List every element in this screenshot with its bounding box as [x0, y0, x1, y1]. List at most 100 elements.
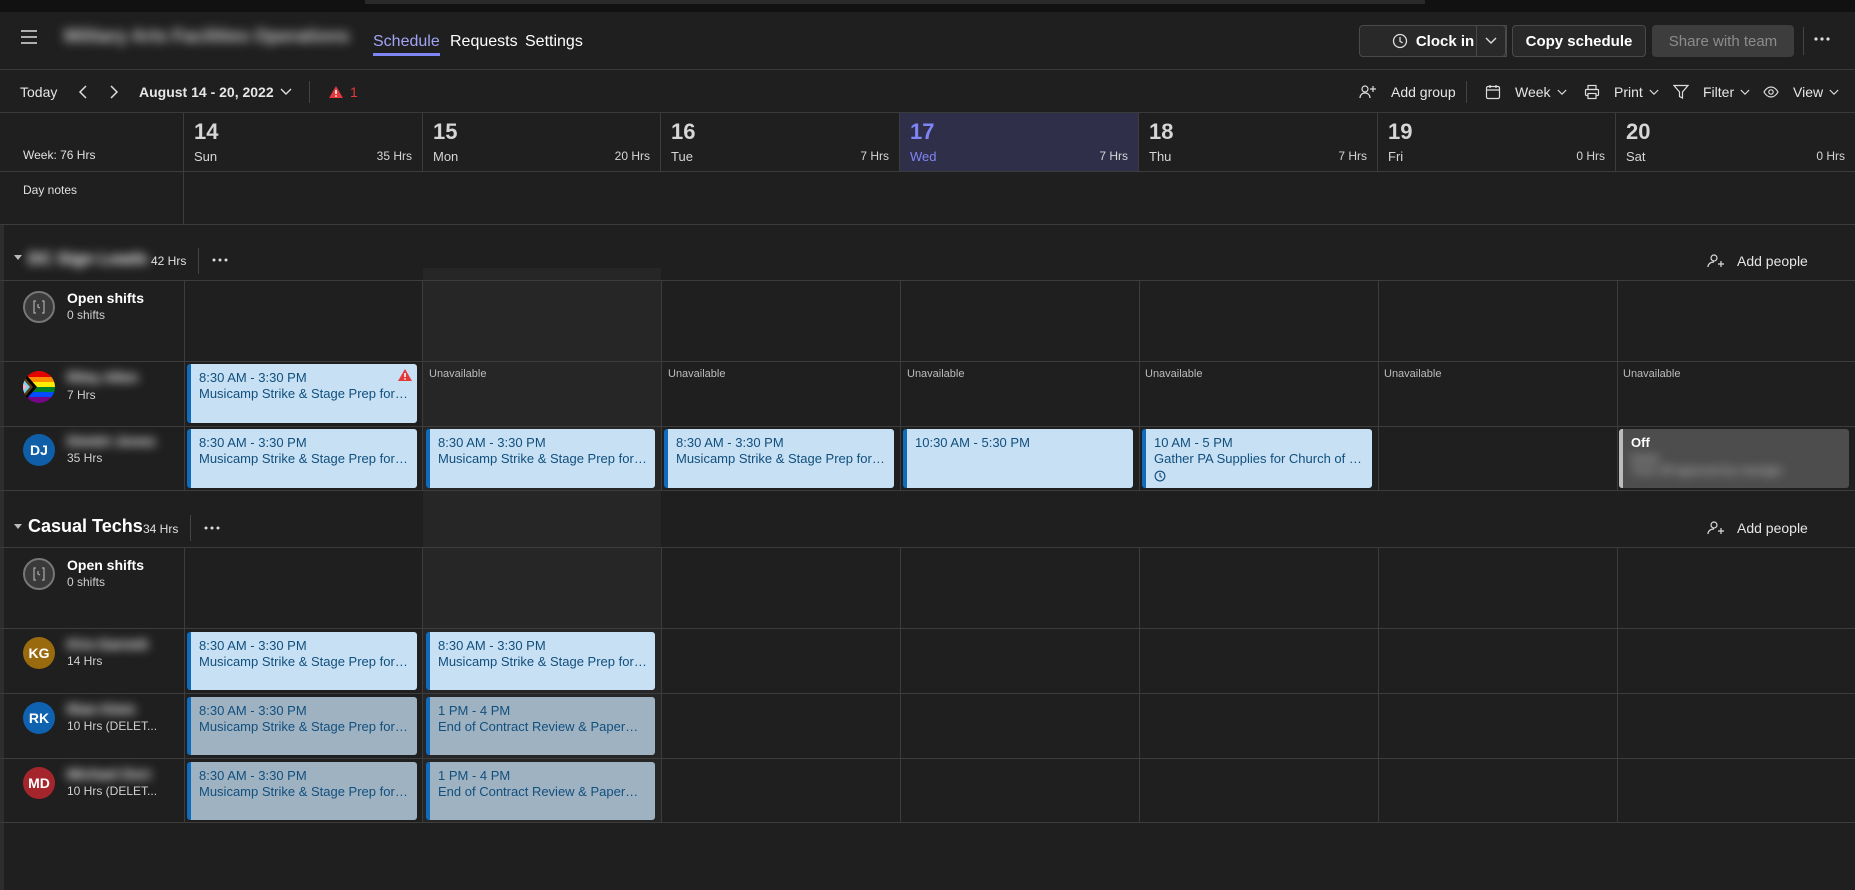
shift-card[interactable]: 8:30 AM - 3:30 PM Musicamp Strike & Stag…: [187, 632, 417, 690]
divider: [190, 515, 191, 541]
collapse-group-icon[interactable]: [14, 255, 22, 261]
day-header-sat[interactable]: 20 Sat 0 Hrs: [1616, 113, 1855, 171]
share-with-team-button[interactable]: Share with team: [1652, 25, 1794, 57]
avatar-md[interactable]: MD: [23, 767, 55, 799]
more-options-icon[interactable]: [1813, 36, 1831, 42]
week-view-dropdown[interactable]: Week: [1485, 71, 1567, 113]
shift-title: End of Contract Review & Paperwork: [438, 719, 647, 734]
group-name[interactable]: Casual Techs: [28, 516, 143, 537]
today-button[interactable]: Today: [20, 71, 57, 113]
clock-in-label: Clock in: [1415, 32, 1475, 50]
shift-card[interactable]: 8:30 AM - 3:30 PM Musicamp Strike & Stag…: [426, 632, 655, 690]
day-header-mon[interactable]: 15 Mon 20 Hrs: [423, 113, 661, 171]
shift-card[interactable]: 8:30 AM - 3:30 PM Musicamp Strike & Stag…: [187, 429, 417, 488]
shift-time: 8:30 AM - 3:30 PM: [676, 435, 784, 450]
view-dropdown[interactable]: View: [1763, 71, 1839, 113]
shift-card[interactable]: 8:30 AM - 3:30 PM Musicamp Strike & Stag…: [187, 697, 417, 755]
member-hours: 14 Hrs: [67, 654, 103, 668]
schedule-alert-button[interactable]: 1: [328, 71, 358, 113]
filter-dropdown[interactable]: Filter: [1673, 71, 1750, 113]
day-header-fri[interactable]: 19 Fri 0 Hrs: [1378, 113, 1616, 171]
pride-flag-avatar[interactable]: [23, 371, 55, 403]
shift-card[interactable]: 8:30 AM - 3:30 PM Musicamp Strike & Stag…: [187, 762, 417, 820]
member-name[interactable]: Kira Garnett: [67, 636, 148, 652]
tab-schedule[interactable]: Schedule: [373, 20, 440, 56]
shift-title: Gather PA Supplies for Church of Chri...: [1154, 451, 1364, 466]
divider: [309, 81, 310, 103]
shift-card[interactable]: 8:30 AM - 3:30 PM Musicamp Strike & Stag…: [664, 429, 894, 488]
add-group-button[interactable]: Add group: [1359, 71, 1456, 113]
shift-card[interactable]: 10:30 AM - 5:30 PM: [903, 429, 1133, 488]
member-name[interactable]: Rian Klein: [67, 701, 135, 717]
open-shifts-label: Open shifts: [67, 290, 145, 306]
divider: [0, 822, 1855, 823]
shift-title: End of Contract Review & Paperwork: [438, 784, 647, 799]
group-more-options-icon[interactable]: [212, 258, 228, 262]
avatar-initials: DJ: [30, 442, 48, 458]
day-name: Wed: [910, 149, 937, 164]
divider: [0, 628, 1855, 629]
group-more-options-icon[interactable]: [204, 526, 220, 530]
day-header-tue[interactable]: 16 Tue 7 Hrs: [661, 113, 900, 171]
member-hours: 7 Hrs: [67, 388, 96, 402]
day-hours: 0 Hrs: [1816, 149, 1845, 163]
day-number: 16: [671, 119, 696, 144]
view-label: View: [1793, 84, 1824, 100]
member-name[interactable]: Michael Dorr: [67, 766, 152, 782]
day-name: Thu: [1149, 149, 1172, 164]
member-name[interactable]: Dimitri Jones: [67, 433, 156, 449]
print-label: Print: [1614, 84, 1643, 100]
collapse-group-icon[interactable]: [14, 524, 22, 530]
tab-settings[interactable]: Settings: [525, 20, 583, 56]
date-range-picker[interactable]: August 14 - 20, 2022: [139, 71, 292, 113]
next-week-button[interactable]: [109, 71, 119, 113]
day-header-sun[interactable]: 14 Sun 35 Hrs: [184, 113, 423, 171]
time-off-note: Notes: [1631, 453, 1660, 465]
shift-card[interactable]: 8:30 AM - 3:30 PM Musicamp Strike & Stag…: [426, 429, 655, 488]
shift-card[interactable]: 1 PM - 4 PM End of Contract Review & Pap…: [426, 762, 655, 820]
add-people-label: Add people: [1737, 520, 1808, 536]
filter-icon: [1673, 84, 1689, 99]
day-hours: 20 Hrs: [614, 149, 650, 163]
hamburger-menu-icon[interactable]: [20, 30, 38, 44]
day-number: 20: [1626, 119, 1651, 144]
time-off-label: Off: [1631, 435, 1650, 450]
member-name[interactable]: Riley Allen: [67, 369, 138, 385]
avatar-initials: MD: [28, 775, 50, 791]
add-people-button[interactable]: Add people: [1707, 241, 1808, 281]
day-header-wed[interactable]: 17 Wed 7 Hrs: [900, 113, 1139, 171]
open-shifts-count: 0 shifts: [67, 575, 106, 589]
previous-week-button[interactable]: [78, 71, 88, 113]
group-name[interactable]: DC Sign Leads: [28, 249, 148, 269]
add-group-icon: [1359, 85, 1376, 99]
today-label: Today: [20, 84, 58, 100]
day-name: Fri: [1388, 149, 1404, 164]
group-hours: 42 Hrs: [151, 254, 187, 268]
warning-icon: [398, 369, 412, 381]
shift-title: Musicamp Strike & Stage Prep for Ren...: [199, 719, 409, 734]
avatar-dj[interactable]: DJ: [23, 434, 55, 466]
shift-card[interactable]: 8:30 AM - 3:30 PM Musicamp Strike & Stag…: [187, 364, 417, 423]
avatar-kg[interactable]: KG: [23, 637, 55, 669]
tab-schedule-label: Schedule: [373, 33, 440, 50]
day-number: 14: [194, 119, 219, 144]
day-notes-row[interactable]: [184, 172, 1855, 224]
day-hours: 35 Hrs: [376, 149, 412, 163]
copy-schedule-button[interactable]: Copy schedule: [1512, 25, 1646, 57]
shift-card[interactable]: 10 AM - 5 PM Gather PA Supplies for Chur…: [1142, 429, 1372, 488]
clock-in-dropdown[interactable]: [1476, 25, 1506, 57]
tab-settings-label: Settings: [525, 33, 583, 50]
print-dropdown[interactable]: Print: [1584, 71, 1659, 113]
add-people-button[interactable]: Add people: [1707, 508, 1808, 548]
shift-time: 10:30 AM - 5:30 PM: [915, 435, 1030, 450]
time-off-card[interactable]: Off Notes Time Off approved by manager: [1619, 429, 1849, 488]
chevron-left-icon: [78, 85, 87, 99]
shift-card[interactable]: 1 PM - 4 PM End of Contract Review & Pap…: [426, 697, 655, 755]
day-header-thu[interactable]: 18 Thu 7 Hrs: [1139, 113, 1378, 171]
group-hours: 34 Hrs: [143, 522, 179, 536]
printer-icon: [1584, 84, 1600, 100]
avatar-rk[interactable]: RK: [23, 702, 55, 734]
divider: [0, 490, 1855, 491]
tab-requests[interactable]: Requests: [450, 20, 518, 56]
divider: [1466, 81, 1467, 103]
